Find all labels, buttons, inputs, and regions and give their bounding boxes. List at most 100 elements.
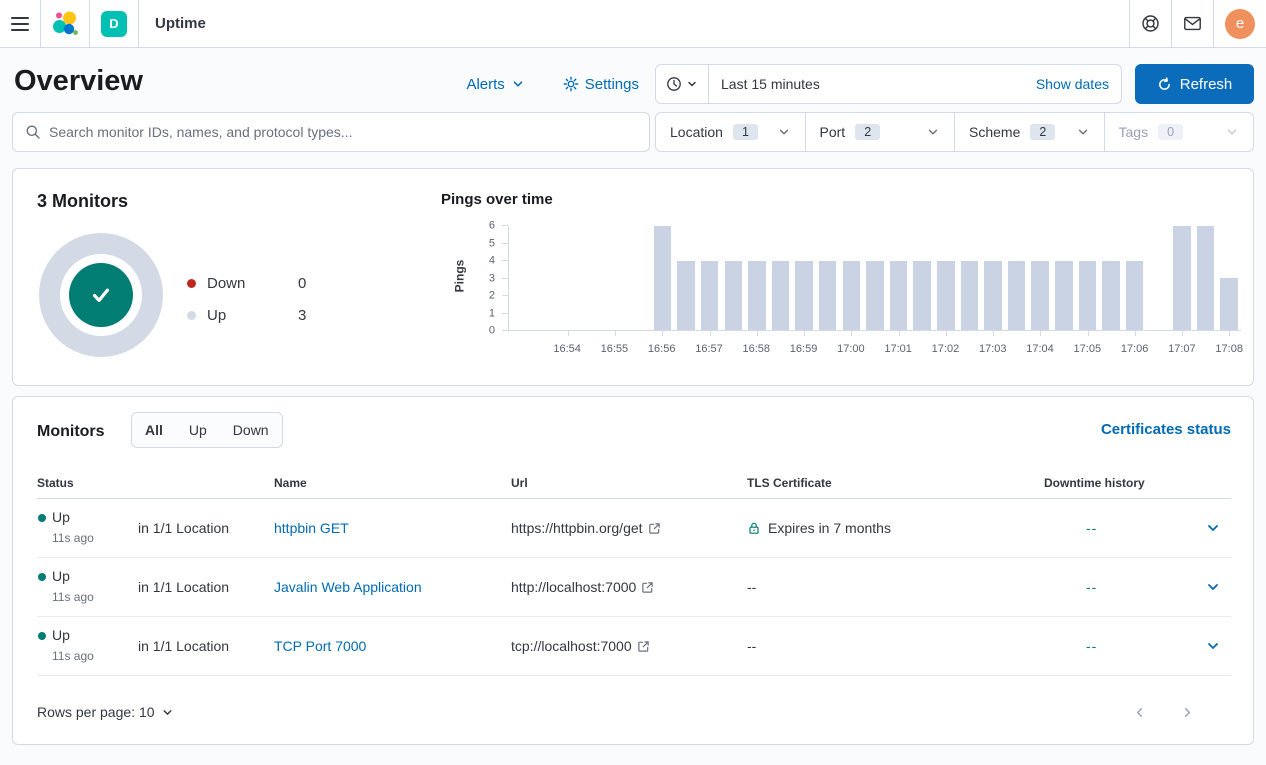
refresh-icon <box>1157 77 1172 92</box>
alerts-label: Alerts <box>466 76 504 93</box>
legend-label: Up <box>207 307 226 324</box>
quick-select-button[interactable] <box>656 65 709 103</box>
expand-row-button[interactable] <box>1205 520 1221 536</box>
location-cell: in 1/1 Location <box>138 579 229 595</box>
certificates-status-link[interactable]: Certificates status <box>1101 421 1231 438</box>
filter-scheme[interactable]: Scheme 2 <box>954 113 1104 151</box>
status-label: Up <box>52 509 70 525</box>
show-dates-button[interactable]: Show dates <box>1024 76 1121 92</box>
status-label: Up <box>52 627 70 643</box>
user-menu-button[interactable]: e <box>1213 0 1266 47</box>
x-tick-label: 17:05 <box>1074 343 1102 355</box>
last-check-time: 11s ago <box>52 590 94 604</box>
newsfeed-button[interactable] <box>1171 0 1213 47</box>
rows-per-page-button[interactable]: Rows per page: 10 <box>37 704 174 720</box>
column-tls: TLS Certificate <box>747 476 832 490</box>
monitors-panel: Monitors All Up Down Certificates status… <box>12 396 1254 745</box>
ping-bar <box>556 226 580 330</box>
monitor-url-link[interactable]: http://localhost:7000 <box>511 579 654 595</box>
help-button[interactable] <box>1129 0 1171 47</box>
ping-bar <box>769 226 793 330</box>
settings-label: Settings <box>585 76 639 93</box>
up-status-dot <box>38 573 46 581</box>
ping-bar <box>533 226 557 330</box>
last-check-time: 11s ago <box>52 531 94 545</box>
monitor-name-link[interactable]: Javalin Web Application <box>274 579 422 595</box>
tls-text: -- <box>747 638 756 654</box>
expand-row-button[interactable] <box>1205 638 1221 654</box>
refresh-label: Refresh <box>1180 76 1233 93</box>
tab-down[interactable]: Down <box>220 413 282 447</box>
x-tick-label: 17:00 <box>837 343 865 355</box>
y-tick-label: 2 <box>489 291 495 302</box>
expand-row-button[interactable] <box>1205 579 1221 595</box>
filter-port[interactable]: Port 2 <box>805 113 955 151</box>
ping-bar <box>580 226 604 330</box>
search-input[interactable] <box>49 124 637 140</box>
refresh-button[interactable]: Refresh <box>1135 64 1254 104</box>
last-check-time: 11s ago <box>52 649 94 663</box>
clock-icon <box>666 76 682 92</box>
pings-yaxis: 0123456 <box>469 226 495 331</box>
space-badge: D <box>101 11 127 37</box>
url-text: http://localhost:7000 <box>511 579 636 595</box>
legend-value: 0 <box>298 275 306 292</box>
ping-bar <box>651 226 675 330</box>
x-tick-label: 16:57 <box>695 343 723 355</box>
gear-icon <box>563 76 579 92</box>
url-text: tcp://localhost:7000 <box>511 638 632 654</box>
up-status-dot <box>38 632 46 640</box>
x-tick-label: 17:02 <box>932 343 960 355</box>
hamburger-icon <box>11 17 29 31</box>
tab-all[interactable]: All <box>132 413 176 447</box>
monitor-url-link[interactable]: tcp://localhost:7000 <box>511 638 650 654</box>
tab-up[interactable]: Up <box>176 413 220 447</box>
alerts-dropdown-button[interactable]: Alerts <box>466 76 524 93</box>
external-link-icon <box>637 640 650 653</box>
monitor-url-link[interactable]: https://httpbin.org/get <box>511 520 661 536</box>
filter-label: Tags <box>1119 124 1149 140</box>
prev-page-button <box>1123 696 1155 728</box>
ping-bar <box>1194 226 1218 330</box>
filter-label: Port <box>820 124 846 140</box>
ping-bar <box>1123 226 1147 330</box>
chevron-left-icon <box>1132 705 1147 720</box>
url-text: https://httpbin.org/get <box>511 520 643 536</box>
time-range-button[interactable]: Last 15 minutes <box>709 76 1024 92</box>
all-up-check-badge <box>69 263 133 327</box>
downtime-cell: -- <box>1086 579 1097 595</box>
ping-bar <box>627 226 651 330</box>
ping-bar <box>745 226 769 330</box>
monitor-name-link[interactable]: httpbin GET <box>274 520 349 536</box>
tls-text: -- <box>747 579 756 595</box>
monitors-count-title: 3 Monitors <box>37 191 128 212</box>
elastic-logo-icon <box>52 11 78 37</box>
monitor-row: Up 11s ago in 1/1 Location Javalin Web A… <box>37 558 1231 617</box>
location-cell: in 1/1 Location <box>138 520 229 536</box>
menu-button[interactable] <box>0 0 41 47</box>
lock-icon <box>747 521 761 535</box>
filter-label: Location <box>670 124 723 140</box>
space-selector[interactable]: D <box>90 0 139 47</box>
y-tick-label: 3 <box>489 273 495 284</box>
tls-text: Expires in 7 months <box>768 520 891 536</box>
up-status-dot <box>38 514 46 522</box>
date-time-picker: Last 15 minutes Show dates <box>655 64 1122 104</box>
x-tick-label: 16:54 <box>553 343 581 355</box>
page-title: Overview <box>14 65 143 98</box>
monitor-name-link[interactable]: TCP Port 7000 <box>274 638 366 654</box>
ping-bar <box>509 226 533 330</box>
rows-per-page-label: Rows per page: 10 <box>37 704 155 720</box>
settings-button[interactable]: Settings <box>563 76 639 93</box>
search-icon <box>25 124 41 140</box>
monitor-row: Up 11s ago in 1/1 Location httpbin GET h… <box>37 499 1231 558</box>
ping-bar <box>981 226 1005 330</box>
column-downtime: Downtime history <box>1044 476 1145 490</box>
elastic-logo[interactable] <box>41 0 90 47</box>
filter-count-badge: 2 <box>855 124 880 140</box>
table-header: Status Name Url TLS Certificate Downtime… <box>37 476 1231 499</box>
filter-location[interactable]: Location 1 <box>656 113 805 151</box>
pagination <box>1123 696 1203 728</box>
chevron-down-icon <box>777 125 791 139</box>
up-dot-icon <box>187 311 196 320</box>
